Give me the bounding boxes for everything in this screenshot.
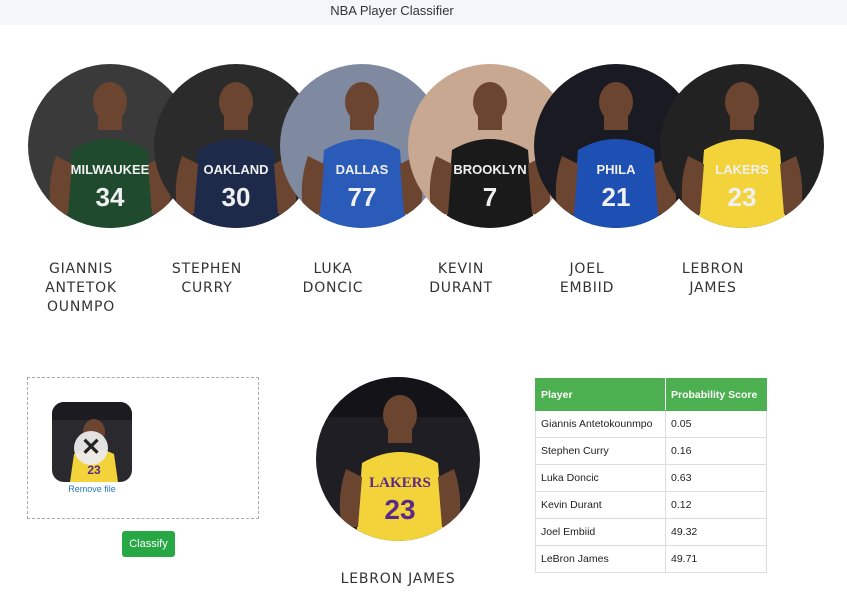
- result-player-photo: LAKERS 23: [316, 377, 480, 541]
- svg-text:BROOKLYN: BROOKLYN: [453, 162, 526, 177]
- svg-text:77: 77: [348, 182, 377, 212]
- table-row: Joel Embiid 49.32: [535, 518, 767, 546]
- uploaded-image-thumbnail: 23 ✕: [52, 402, 132, 482]
- remove-file-link[interactable]: Remove file: [52, 484, 132, 494]
- column-header-player: Player: [535, 378, 666, 411]
- svg-text:7: 7: [483, 182, 497, 212]
- player-cell: Luka Doncic: [535, 464, 666, 492]
- player-name: STEPHEN CURRY: [171, 261, 243, 296]
- player-cell: Stephen Curry: [535, 437, 666, 465]
- classify-button[interactable]: Classify: [122, 531, 175, 557]
- svg-text:OAKLAND: OAKLAND: [204, 162, 269, 177]
- player-name: LEBRON JAMES: [681, 261, 745, 296]
- player-name: JOEL EMBIID: [559, 261, 615, 296]
- svg-text:23: 23: [384, 494, 415, 525]
- score-cell: 49.71: [665, 545, 767, 573]
- svg-text:23: 23: [728, 182, 757, 212]
- score-cell: 0.05: [665, 410, 767, 438]
- svg-text:34: 34: [96, 182, 125, 212]
- result-player-name: LEBRON JAMES: [340, 571, 456, 587]
- table-row: LeBron James 49.71: [535, 545, 767, 573]
- player-cell: LeBron James: [535, 545, 666, 573]
- player-name: KEVIN DURANT: [429, 261, 493, 296]
- table-body: Giannis Antetokounmpo 0.05 Stephen Curry 0.…: [535, 410, 767, 573]
- player-photo: LAKERS 23: [660, 64, 824, 228]
- score-cell: 0.12: [665, 491, 767, 519]
- player-name: GIANNIS ANTETOK OUNMPO: [45, 261, 117, 315]
- player-cell: Kevin Durant: [535, 491, 666, 519]
- app-title: NBA Player Classifier: [330, 3, 454, 18]
- svg-text:MILWAUKEE: MILWAUKEE: [71, 162, 150, 177]
- svg-text:23: 23: [87, 463, 101, 477]
- column-header-probability: Probability Score: [665, 378, 767, 411]
- score-cell: 49.32: [665, 518, 767, 546]
- table-header-row: Player Probability Score: [535, 378, 767, 411]
- table-row: Kevin Durant 0.12: [535, 491, 767, 519]
- svg-text:30: 30: [222, 182, 251, 212]
- score-cell: 0.63: [665, 464, 767, 492]
- table-row: Luka Doncic 0.63: [535, 464, 767, 492]
- svg-text:PHILA: PHILA: [597, 162, 637, 177]
- player-name: LUKA DONCIC: [302, 261, 364, 296]
- probability-table: Player Probability Score Giannis Antetok…: [535, 378, 767, 573]
- table-row: Giannis Antetokounmpo 0.05: [535, 410, 767, 438]
- upload-dropzone[interactable]: 23 ✕ Remove file: [27, 377, 259, 519]
- player-cell: Giannis Antetokounmpo: [535, 410, 666, 438]
- close-icon[interactable]: ✕: [74, 431, 108, 465]
- svg-text:21: 21: [602, 182, 631, 212]
- svg-text:DALLAS: DALLAS: [336, 162, 389, 177]
- header-bar: NBA Player Classifier: [0, 0, 847, 25]
- score-cell: 0.16: [665, 437, 767, 465]
- player-cell: Joel Embiid: [535, 518, 666, 546]
- svg-text:LAKERS: LAKERS: [369, 475, 431, 491]
- svg-text:LAKERS: LAKERS: [715, 162, 769, 177]
- table-row: Stephen Curry 0.16: [535, 437, 767, 465]
